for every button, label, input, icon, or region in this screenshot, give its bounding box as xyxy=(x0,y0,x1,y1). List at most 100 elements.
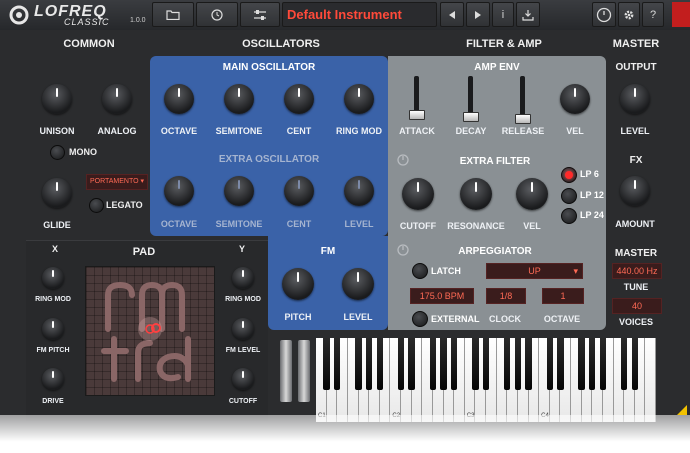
filter-vel-knob[interactable] xyxy=(516,178,548,210)
black-key[interactable] xyxy=(408,338,415,390)
black-key[interactable] xyxy=(450,338,458,390)
ring-mod-knob[interactable] xyxy=(344,84,374,114)
pad-y-fm-level-knob[interactable] xyxy=(232,318,254,340)
black-key[interactable] xyxy=(631,338,638,390)
black-key[interactable] xyxy=(334,338,341,390)
pitch-wheel[interactable] xyxy=(280,340,292,402)
pad-y-ring-mod-label: RING MOD xyxy=(225,296,261,303)
open-button[interactable] xyxy=(152,2,194,27)
output-title: OUTPUT xyxy=(615,62,657,73)
history-button[interactable] xyxy=(196,2,238,27)
clock-display[interactable]: 1/8 xyxy=(486,288,526,304)
black-key[interactable] xyxy=(504,338,511,390)
amp-vel-knob[interactable] xyxy=(560,84,590,114)
bpm-display[interactable]: 175.0 BPM xyxy=(410,288,474,304)
black-key[interactable] xyxy=(482,338,490,390)
gear-icon xyxy=(624,10,634,19)
lp12-radio[interactable] xyxy=(561,188,577,204)
extra-semitone-knob[interactable] xyxy=(224,176,254,206)
black-key[interactable] xyxy=(365,338,373,390)
preset-name-display[interactable]: Default Instrument xyxy=(282,2,437,27)
legato-label: LEGATO xyxy=(106,200,143,210)
main-cent-knob[interactable] xyxy=(284,84,314,114)
pad-x-fm-pitch-knob[interactable] xyxy=(42,318,64,340)
next-preset-button[interactable] xyxy=(466,2,490,27)
lp6-label: LP 6 xyxy=(580,169,599,179)
extra-filter-title: EXTRA FILTER xyxy=(459,156,531,167)
help-button[interactable]: ? xyxy=(642,2,664,27)
latch-label: LATCH xyxy=(431,266,461,276)
octave-display[interactable]: 1 xyxy=(542,288,584,304)
glide-knob[interactable] xyxy=(42,178,72,208)
pad-title: PAD xyxy=(132,246,156,258)
decay-slider-thumb[interactable] xyxy=(463,112,479,122)
black-key[interactable] xyxy=(557,338,564,390)
arp-mode-dropdown[interactable]: UP ▾ xyxy=(486,263,583,279)
lp6-radio[interactable] xyxy=(561,167,577,183)
save-button[interactable] xyxy=(516,2,540,27)
extra-cent-knob[interactable] xyxy=(284,176,314,206)
prev-preset-button[interactable] xyxy=(440,2,464,27)
info-button[interactable]: i xyxy=(492,2,514,27)
black-key[interactable] xyxy=(589,338,596,390)
power-button[interactable] xyxy=(592,2,616,27)
pad-x-ring-mod-knob[interactable] xyxy=(42,267,64,289)
pad-y-ring-mod-knob[interactable] xyxy=(232,267,254,289)
resonance-knob[interactable] xyxy=(460,178,492,210)
black-key[interactable] xyxy=(472,338,479,390)
black-key[interactable] xyxy=(525,338,532,390)
cutoff-knob[interactable] xyxy=(402,178,434,210)
black-key[interactable] xyxy=(599,338,607,390)
legato-toggle[interactable] xyxy=(89,198,104,213)
fx-amount-knob[interactable] xyxy=(620,176,650,206)
analog-label: ANALOG xyxy=(97,126,137,136)
attack-slider-thumb[interactable] xyxy=(409,110,425,120)
arp-title: ARPEGGIATOR xyxy=(458,246,532,257)
black-key[interactable] xyxy=(440,338,447,390)
xy-pad[interactable] xyxy=(85,266,215,396)
portamento-value: PORTAMENTO xyxy=(89,178,139,185)
external-toggle[interactable] xyxy=(412,311,428,327)
portamento-dropdown[interactable]: PORTAMENTO ▾ xyxy=(86,174,148,190)
output-level-knob[interactable] xyxy=(620,84,650,114)
release-slider-thumb[interactable] xyxy=(515,114,531,124)
black-key[interactable] xyxy=(397,338,405,390)
latch-toggle[interactable] xyxy=(412,263,428,279)
black-key[interactable] xyxy=(376,338,383,390)
black-key[interactable] xyxy=(620,338,628,390)
extra-filter-power-icon[interactable] xyxy=(396,153,410,167)
extra-level-knob[interactable] xyxy=(344,176,374,206)
extra-octave-knob[interactable] xyxy=(164,176,194,206)
settings-button[interactable] xyxy=(618,2,640,27)
section-oscillators-title: OSCILLATORS xyxy=(242,38,320,50)
mod-wheel[interactable] xyxy=(298,340,310,402)
main-semitone-knob[interactable] xyxy=(224,84,254,114)
voices-display[interactable]: 40 xyxy=(612,298,662,314)
settings-sliders-button[interactable] xyxy=(240,2,280,27)
clock-icon xyxy=(211,8,223,21)
pad-x-drive-knob[interactable] xyxy=(42,368,64,390)
arp-power-icon[interactable] xyxy=(396,243,410,257)
black-key[interactable] xyxy=(323,338,330,390)
fm-pitch-knob[interactable] xyxy=(282,268,314,300)
unison-knob[interactable] xyxy=(42,84,72,114)
analog-knob[interactable] xyxy=(102,84,132,114)
mono-toggle[interactable] xyxy=(50,145,65,160)
tune-display[interactable]: 440.00 Hz xyxy=(612,263,662,279)
section-master-title: MASTER xyxy=(612,38,660,50)
black-key[interactable] xyxy=(355,338,362,390)
voices-label: VOICES xyxy=(618,317,653,327)
folder-icon xyxy=(166,10,180,20)
piano-keyboard: C1C2C3C4 xyxy=(316,338,656,422)
black-key[interactable] xyxy=(546,338,553,390)
black-key[interactable] xyxy=(429,338,437,390)
xy-pad-cursor[interactable] xyxy=(151,323,161,333)
black-key[interactable] xyxy=(514,338,522,390)
pad-y-cutoff-knob[interactable] xyxy=(232,368,254,390)
fm-level-label: LEVEL xyxy=(343,312,373,322)
black-key[interactable] xyxy=(578,338,585,390)
lp24-radio[interactable] xyxy=(561,208,577,224)
fm-level-knob[interactable] xyxy=(342,268,374,300)
white-key[interactable] xyxy=(645,338,656,422)
main-octave-knob[interactable] xyxy=(164,84,194,114)
